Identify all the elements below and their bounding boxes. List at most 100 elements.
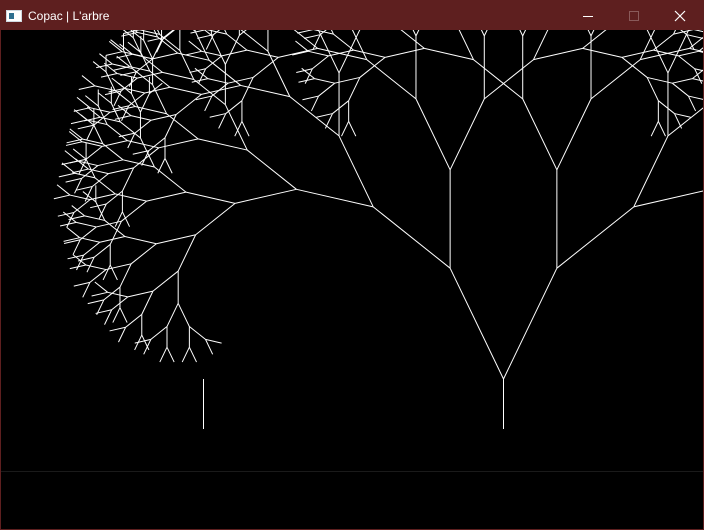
- tree-branch: [70, 119, 88, 125]
- tree-branch: [53, 194, 71, 200]
- tree-branch: [72, 148, 87, 160]
- tree-branch: [384, 47, 425, 58]
- tree-branch: [688, 95, 703, 100]
- tree-branch: [118, 132, 136, 138]
- tree-branch: [621, 56, 648, 78]
- tree-branch: [483, 30, 488, 37]
- tree-branch: [302, 95, 319, 101]
- tree-branch: [698, 50, 703, 53]
- tree-branch: [166, 346, 175, 363]
- maximize-button[interactable]: [611, 1, 657, 30]
- tree-branch: [156, 37, 165, 53]
- tree-branch: [72, 239, 81, 255]
- tree-branch: [175, 94, 202, 115]
- tree-branch: [686, 34, 703, 39]
- tree-branch: [157, 158, 166, 174]
- tree-branch: [166, 303, 179, 327]
- tree-branch: [105, 51, 123, 56]
- tree-branch: [181, 346, 190, 363]
- tree-branch: [246, 149, 297, 190]
- tree-branch: [241, 77, 254, 101]
- tree-branch: [89, 193, 116, 201]
- tree-branch: [185, 191, 236, 204]
- tree-branch: [132, 150, 149, 155]
- tree-branch: [204, 95, 213, 112]
- tree-branch: [152, 52, 178, 60]
- tree-branch: [73, 199, 91, 213]
- tree-branch: [189, 326, 206, 340]
- tree-branch: [58, 172, 76, 178]
- title-bar[interactable]: Copac | L'arbre: [1, 1, 703, 30]
- tree-branch: [297, 30, 314, 34]
- lower-pane: [1, 471, 703, 529]
- tree-branch: [633, 135, 669, 208]
- tree-branch: [93, 124, 104, 144]
- close-button[interactable]: [657, 1, 703, 30]
- tree-branch: [473, 59, 524, 100]
- maximize-icon: [629, 10, 639, 21]
- tree-branch: [79, 226, 97, 241]
- tree-branch: [424, 47, 474, 61]
- tree-branch: [693, 30, 703, 33]
- tree-branch: [150, 326, 168, 340]
- tree-branch: [674, 113, 691, 118]
- tree-branch: [308, 50, 329, 57]
- tree-branch: [152, 40, 163, 60]
- tree-branch: [658, 100, 675, 114]
- tree-branch: [82, 282, 91, 298]
- tree-branch: [590, 59, 641, 100]
- tree-branch: [106, 124, 128, 142]
- tree-branch: [205, 34, 214, 50]
- tree-branch: [201, 50, 222, 57]
- tree-branch: [303, 34, 321, 39]
- tree-branch: [687, 95, 697, 112]
- tree-branch: [205, 339, 214, 355]
- tree-branch: [150, 114, 177, 121]
- minimize-button[interactable]: [565, 1, 611, 30]
- tree-branch: [110, 39, 124, 51]
- tree-branch: [310, 95, 320, 112]
- window-title: Copac | L'arbre: [28, 8, 110, 23]
- tree-branch: [116, 53, 133, 59]
- tree-branch: [341, 121, 350, 137]
- tree-branch: [317, 47, 367, 61]
- tree-branch: [372, 206, 451, 269]
- tree-branch: [120, 71, 137, 76]
- tree-branch: [587, 30, 592, 37]
- tree-drawing: [53, 30, 703, 429]
- tree-branch: [81, 75, 96, 87]
- drawing-canvas[interactable]: [1, 30, 703, 471]
- tree-branch: [177, 303, 190, 327]
- tree-branch: [221, 49, 248, 57]
- tree-branch: [152, 84, 168, 114]
- tree-branch: [328, 49, 354, 57]
- tree-branch: [197, 34, 214, 39]
- tree-branch: [621, 49, 654, 58]
- tree-branch: [234, 121, 243, 137]
- tree-branch: [338, 135, 374, 208]
- tree-branch: [127, 41, 142, 53]
- tree-branch: [522, 30, 527, 37]
- tree-branch: [188, 346, 197, 363]
- tree-branch: [653, 33, 674, 51]
- tree-branch: [295, 40, 309, 52]
- tree-branch: [359, 56, 386, 78]
- tree-branch: [119, 263, 132, 288]
- tree-branch: [332, 100, 349, 114]
- tree-branch: [241, 121, 250, 137]
- tree-branch: [400, 30, 425, 49]
- tree-branch: [87, 299, 104, 305]
- tree-branch: [415, 98, 451, 170]
- tree-branch: [67, 254, 84, 260]
- tree-branch: [85, 145, 103, 160]
- tree-branch: [334, 76, 360, 84]
- tree-branch: [77, 256, 95, 262]
- tree-branch: [252, 56, 279, 78]
- close-icon: [674, 10, 686, 21]
- tree-branch: [164, 158, 173, 174]
- tree-branch: [698, 47, 703, 52]
- tree-branch: [190, 30, 207, 34]
- tree-branch: [522, 98, 558, 170]
- tree-branch: [503, 267, 558, 380]
- tree-branch: [210, 35, 226, 65]
